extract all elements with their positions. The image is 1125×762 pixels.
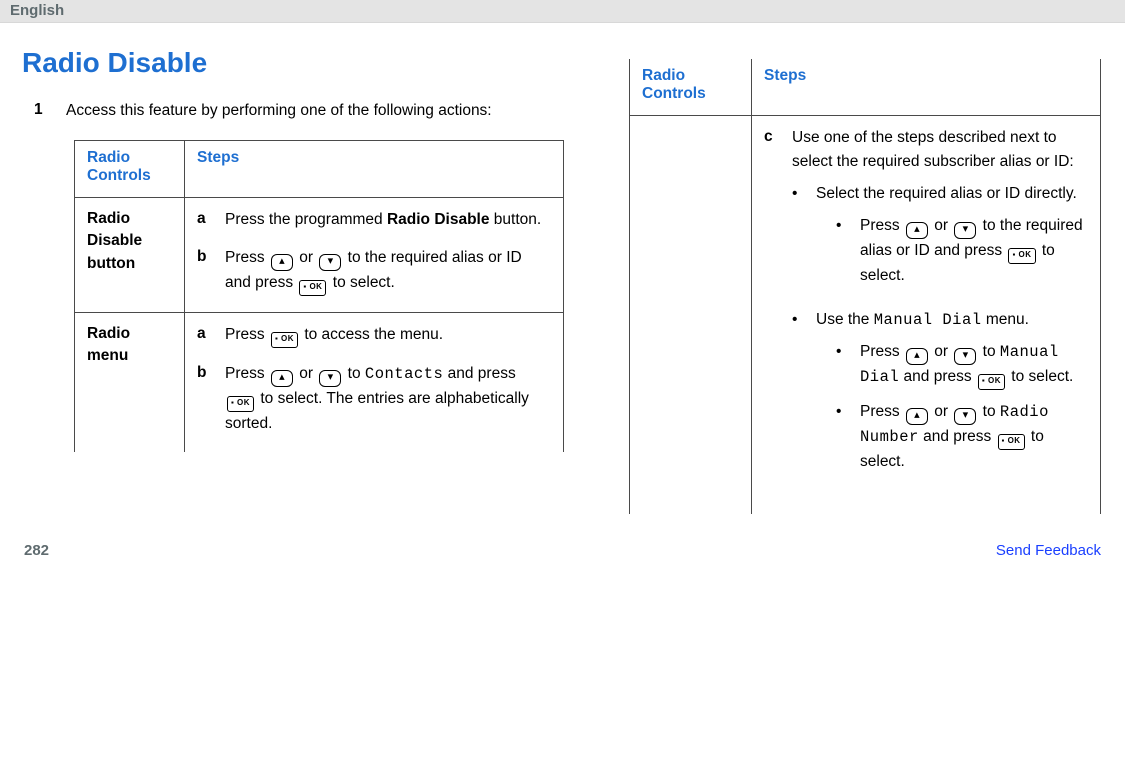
page-header-language: English [0,0,1125,23]
ok-icon: ▪ OK [978,374,1005,390]
ok-icon: ▪ OK [299,280,326,296]
row1-a-text: Press the programmed Radio Disable butto… [225,208,551,232]
up-icon: ▴ [906,348,928,365]
right-row-steps: c Use one of the steps described next to… [752,116,1101,515]
step-1: 1 Access this feature by performing one … [34,101,577,122]
right-row-label [630,116,752,515]
language-label: English [10,2,64,19]
down-icon: ▾ [954,408,976,425]
row2-label: Radio menu [75,312,185,452]
radio-controls-table-right: Radio Controls Steps c Use one of the st… [629,59,1101,514]
up-icon: ▴ [906,408,928,425]
c-content: Use one of the steps described next to s… [792,126,1088,484]
ok-icon: ▪ OK [998,434,1025,450]
ok-icon: ▪ OK [1008,248,1035,264]
table-row: Radio Disable button a Press the program… [75,197,564,312]
radio-controls-table-left: Radio Controls Steps Radio Disable butto… [74,140,564,452]
row1-label: Radio Disable button [75,197,185,312]
section-title: Radio Disable [22,47,577,79]
step-1-text: Access this feature by performing one of… [66,101,577,122]
left-column: Radio Disable 1 Access this feature by p… [22,41,577,514]
bullet-icon: • [836,400,846,474]
down-icon: ▾ [954,348,976,365]
row1-steps: a Press the programmed Radio Disable but… [185,197,564,312]
bullet1: Select the required alias or ID directly… [816,182,1088,298]
row2-b-marker: b [197,362,211,436]
down-icon: ▾ [319,254,341,271]
table-row: Radio menu a Press ▪ OK to access the me… [75,312,564,452]
page-number: 282 [24,542,49,559]
down-icon: ▾ [954,222,976,239]
down-icon: ▾ [319,370,341,387]
table-row: c Use one of the steps described next to… [630,116,1101,515]
row2-a-text: Press ▪ OK to access the menu. [225,323,551,348]
bullet-icon: • [836,214,846,288]
row2-steps: a Press ▪ OK to access the menu. b Press [185,312,564,452]
bullet-icon: • [836,340,846,390]
step-1-marker: 1 [34,101,48,122]
row2-a-marker: a [197,323,211,348]
bullet-icon: • [792,308,802,474]
page-footer: 282 Send Feedback [0,524,1125,569]
bullet2: Use the Manual Dial menu. • [816,308,1088,474]
row1-b-marker: b [197,246,211,296]
up-icon: ▴ [271,370,293,387]
bullet2a: Press ▴ or ▾ to Manual Dial [860,340,1088,390]
up-icon: ▴ [906,222,928,239]
right-column: Radio Controls Steps c Use one of the st… [629,41,1101,514]
c-marker: c [764,126,778,484]
page-content: Radio Disable 1 Access this feature by p… [0,23,1125,524]
bullet1a: Press ▴ or ▾ to the required alias or ID… [860,214,1088,288]
table-header-steps: Steps [185,140,564,197]
row2-b-text: Press ▴ or ▾ to Contacts and press ▪ OK … [225,362,551,436]
send-feedback-link[interactable]: Send Feedback [996,542,1101,559]
bullet2b: Press ▴ or ▾ to Radio Number [860,400,1088,474]
table-header-steps-r: Steps [752,59,1101,116]
ok-icon: ▪ OK [271,332,298,348]
bullet-icon: • [792,182,802,298]
ok-icon: ▪ OK [227,396,254,412]
table-header-controls: Radio Controls [75,140,185,197]
row1-b-text: Press ▴ or ▾ to the required alias or ID… [225,246,551,296]
table-header-controls-r: Radio Controls [630,59,752,116]
up-icon: ▴ [271,254,293,271]
row1-a-marker: a [197,208,211,232]
